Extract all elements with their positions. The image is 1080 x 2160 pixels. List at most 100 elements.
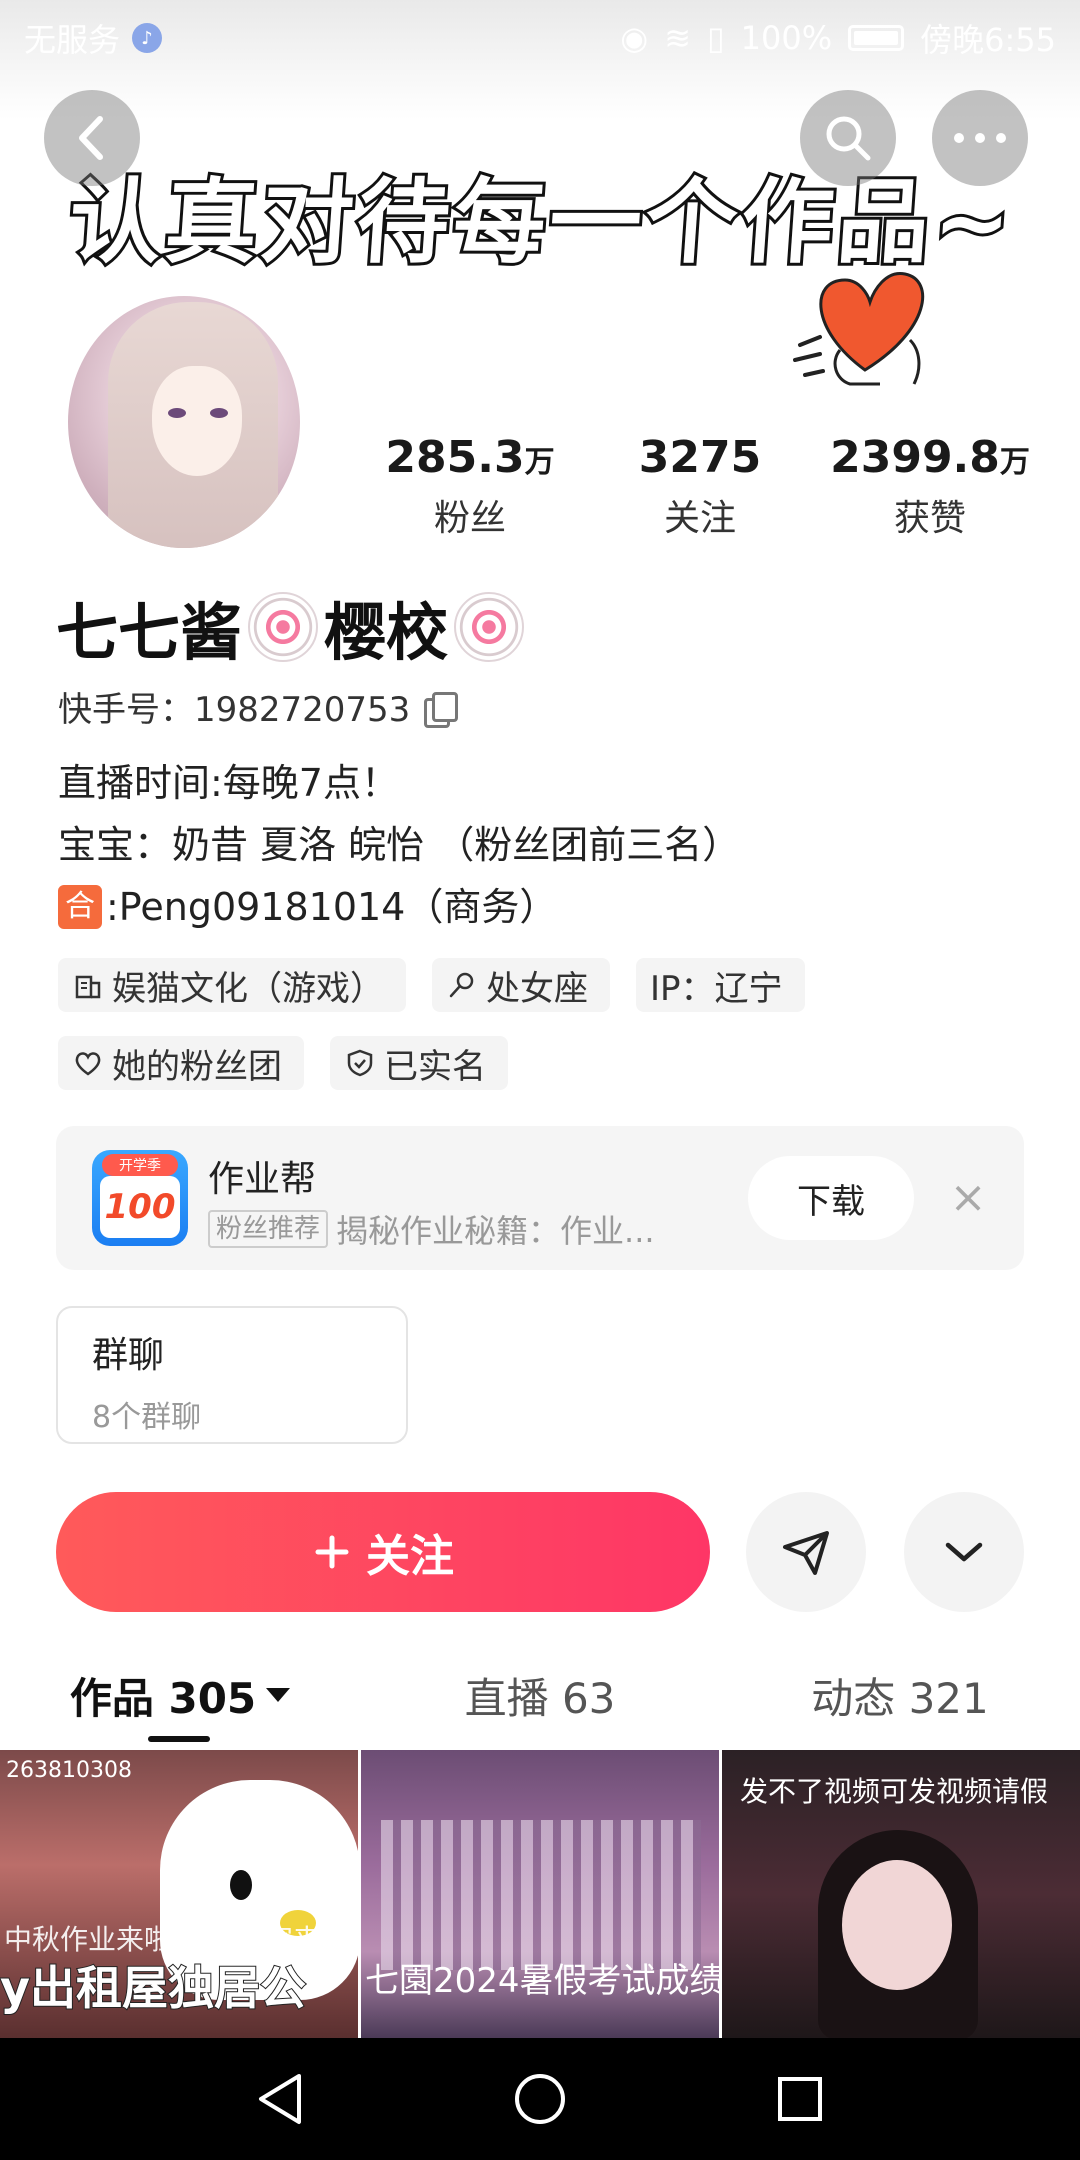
stat-likes[interactable]: 2399.8万 获赞 (820, 432, 1040, 541)
chevron-down-icon (945, 1542, 983, 1562)
tab-moments[interactable]: 动态 321 (720, 1648, 1080, 1742)
circle-home-icon (515, 2074, 565, 2124)
tag-label: 娱猫文化（游戏） (112, 968, 384, 1009)
status-bar: 无服务 ♪ ◉ ≋ ▯ 100% 傍晚6:55 (0, 0, 1080, 76)
more-button[interactable] (932, 90, 1028, 186)
tag-company[interactable]: 娱猫文化（游戏） (58, 958, 406, 1012)
tab-label: 作品 305 (69, 1673, 257, 1723)
ad-download-button[interactable]: 下载 (748, 1156, 914, 1240)
tab-underline (148, 1736, 210, 1742)
video-grid: 263810308 中秋作业来啦 期待大家来装 y出租屋独居公 七園2024暑假… (0, 1750, 1080, 2038)
ad-subtitle-row: 粉丝推荐 揭秘作业秘籍：作业... (208, 1206, 655, 1252)
tag-label: IP：辽宁 (650, 968, 783, 1009)
more-icon (954, 133, 1006, 143)
video-thumbnail[interactable]: 263810308 中秋作业来啦 期待大家来装 y出租屋独居公 (0, 1750, 358, 2038)
stat-fans[interactable]: 285.3万 粉丝 (360, 432, 580, 541)
nav-back-button[interactable] (250, 2069, 310, 2129)
system-navigation-bar (0, 2038, 1080, 2160)
stat-label: 关注 (663, 498, 736, 539)
tab-live[interactable]: 直播 63 (360, 1648, 720, 1742)
stat-value: 285.3 (385, 432, 525, 483)
virgo-icon (449, 972, 474, 998)
stat-value: 3275 (638, 432, 762, 483)
video-id-text: 263810308 (6, 1758, 132, 1783)
send-icon (783, 1531, 829, 1575)
group-chat-card[interactable]: 群聊 8个群聊 (56, 1306, 408, 1444)
sim-icon: ▯ (707, 19, 725, 57)
stat-label: 获赞 (893, 498, 966, 539)
battery-percent: 100% (740, 19, 833, 57)
zuoyebang-app-icon: 开学季 100 (92, 1150, 188, 1246)
chevron-left-icon (79, 116, 103, 160)
name-part-1: 七七酱 (56, 596, 243, 669)
narutomaki-icon (248, 592, 319, 662)
stat-value: 2399.8 (830, 432, 1000, 483)
wifi-icon: ≋ (664, 19, 692, 57)
heart-decoration (793, 272, 925, 386)
app-icon-text: 100 (100, 1176, 180, 1238)
content-tabs: 作品 305 直播 63 动态 321 (0, 1648, 1080, 1742)
carrier-text: 无服务 (24, 21, 121, 59)
business-contact: :Peng09181014（商务） (106, 885, 558, 929)
ad-subtitle: 揭秘作业秘籍：作业... (336, 1212, 655, 1250)
video-caption: 发不了视频可发视频请假 (740, 1775, 1049, 1808)
square-recents-icon (778, 2077, 822, 2121)
tag-fan-club[interactable]: 她的粉丝团 (58, 1036, 304, 1090)
bio-line: 直播时间:每晚7点！ (58, 761, 399, 805)
name-part-2: 樱校 (324, 596, 449, 669)
ad-badge: 粉丝推荐 (208, 1210, 329, 1248)
tag-label: 已实名 (384, 1046, 486, 1087)
tag-label: 她的粉丝团 (112, 1046, 282, 1087)
kuaishou-id: 快手号：1982720753 (58, 690, 411, 730)
video-caption: 七園2024暑假考试成绩 (365, 1961, 719, 2001)
stat-unit: 万 (524, 445, 555, 480)
triangle-back-icon (259, 2074, 301, 2124)
battery-icon (848, 25, 905, 51)
stat-following[interactable]: 3275 关注 (590, 432, 810, 541)
nav-home-button[interactable] (510, 2069, 570, 2129)
nav-recents-button[interactable] (770, 2069, 830, 2129)
follow-label: 关注 (366, 1531, 454, 1582)
bio: 直播时间:每晚7点！ 宝宝：奶昔 夏洛 皖怡 （粉丝团前三名） 合 :Peng0… (58, 752, 740, 938)
tab-label: 直播 63 (464, 1673, 616, 1723)
plus-icon (315, 1535, 349, 1569)
stat-label: 粉丝 (433, 498, 506, 539)
profile-stats: 285.3万 粉丝 3275 关注 2399.8万 获赞 (360, 432, 1040, 541)
copy-icon[interactable] (424, 691, 459, 728)
expand-button[interactable] (904, 1492, 1024, 1612)
close-icon[interactable]: × (946, 1176, 990, 1220)
character-face (842, 1860, 952, 1990)
search-icon (826, 116, 871, 161)
tab-label: 动态 321 (811, 1673, 989, 1723)
tag-zodiac[interactable]: 处女座 (432, 958, 610, 1012)
profile-name: 七七酱 樱校 (56, 582, 530, 672)
stat-unit: 万 (999, 445, 1030, 480)
music-icon: ♪ (132, 23, 163, 53)
tag-ip-location: IP：辽宁 (636, 958, 805, 1012)
caret-down-icon (266, 1688, 291, 1702)
heart-outline-icon (75, 1052, 101, 1076)
video-caption: y出租屋独居公 (0, 1960, 307, 2016)
search-button[interactable] (800, 90, 896, 186)
ad-card[interactable]: 开学季 100 作业帮 粉丝推荐 揭秘作业秘籍：作业... 下载 × (56, 1126, 1024, 1270)
building-icon (75, 975, 101, 999)
narutomaki-icon (454, 592, 525, 662)
video-thumbnail[interactable]: 发不了视频可发视频请假 (722, 1750, 1080, 2038)
tag-label: 处女座 (486, 968, 588, 1009)
message-button[interactable] (746, 1492, 866, 1612)
group-chat-count: 8个群聊 (92, 1400, 202, 1435)
tab-works[interactable]: 作品 305 (0, 1648, 360, 1742)
cooperation-badge: 合 (58, 885, 102, 929)
ad-title: 作业帮 (208, 1159, 317, 1200)
follow-button[interactable]: 关注 (56, 1492, 710, 1612)
clock: 傍晚6:55 (920, 21, 1056, 59)
tag-verified[interactable]: 已实名 (330, 1036, 508, 1090)
video-thumbnail[interactable]: 七園2024暑假考试成绩 (361, 1750, 719, 2038)
avatar[interactable] (64, 292, 304, 552)
eye-icon: ◉ (620, 19, 649, 57)
bio-line: 合 :Peng09181014（商务） (58, 876, 740, 938)
profile-tags: 娱猫文化（游戏） 处女座 IP：辽宁 她的粉丝团 已实名 (58, 958, 1038, 1090)
back-button[interactable] (44, 90, 140, 186)
group-chat-title: 群聊 (92, 1335, 165, 1376)
bio-line: 宝宝：奶昔 夏洛 皖怡 （粉丝团前三名） (58, 823, 741, 867)
